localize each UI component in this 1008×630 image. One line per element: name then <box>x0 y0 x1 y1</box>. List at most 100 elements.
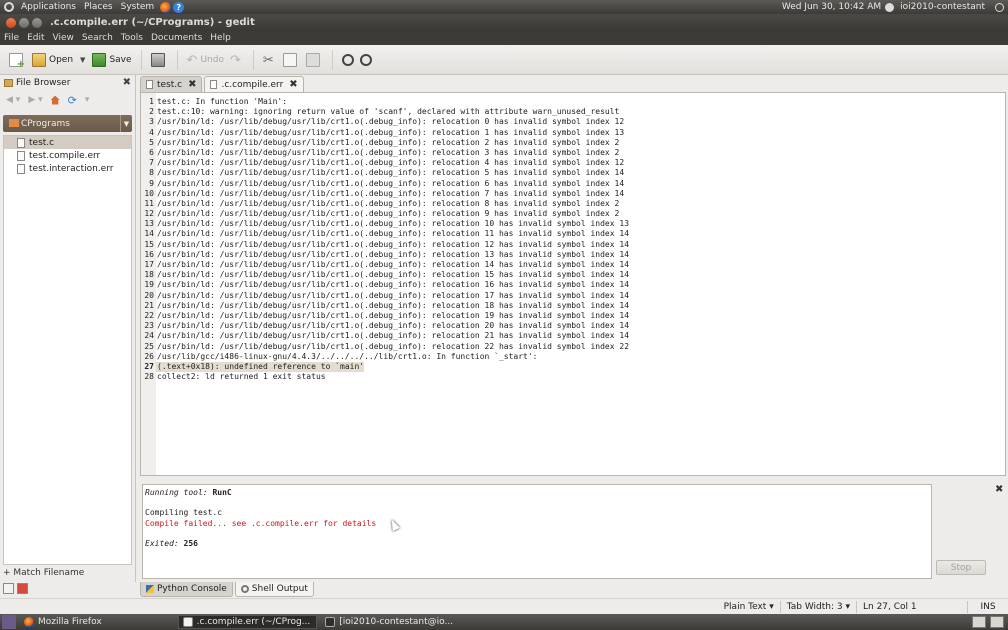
window-close-button[interactable] <box>6 17 16 28</box>
taskbar-terminal[interactable]: [ioi2010-contestant@io... <box>321 615 459 629</box>
code-line[interactable]: 28 collect2: ld returned 1 exit status <box>141 372 1005 382</box>
redo-button[interactable]: ↷ <box>227 48 247 72</box>
code-line[interactable]: 27 (.text+0x18): undefined reference to `… <box>141 361 1005 373</box>
line-number: 6 <box>149 147 154 157</box>
editor-content[interactable]: 1 test.c: In function 'Main': 2 test.c:10: … <box>141 97 1005 382</box>
code-line[interactable]: 10/usr/bin/ld: /usr/lib/debug/usr/lib/cr… <box>141 189 1005 199</box>
tab-test-c[interactable]: test.c ✖ <box>140 76 203 92</box>
code-line[interactable]: 23/usr/bin/ld: /usr/lib/debug/usr/lib/cr… <box>141 321 1005 331</box>
code-line[interactable]: 9/usr/bin/ld: /usr/lib/debug/usr/lib/crt… <box>141 179 1005 189</box>
code-line[interactable]: 12/usr/bin/ld: /usr/lib/debug/usr/lib/cr… <box>141 209 1005 219</box>
applications-menu[interactable]: Applications <box>17 2 80 12</box>
documents-tab-icon[interactable] <box>3 583 14 594</box>
menu-help[interactable]: Help <box>206 33 235 43</box>
power-icon[interactable] <box>995 2 1004 12</box>
code-line[interactable]: 24/usr/bin/ld: /usr/lib/debug/usr/lib/cr… <box>141 331 1005 341</box>
text-file-icon <box>17 163 25 174</box>
help-icon[interactable]: ? <box>173 1 185 13</box>
close-icon[interactable]: ✖ <box>188 79 196 90</box>
menu-tools[interactable]: Tools <box>117 33 147 43</box>
forward-arrow-icon[interactable]: ▶ ▾ <box>28 95 42 105</box>
taskbar-gedit[interactable]: .c.compile.err (~/CProg... <box>177 615 318 629</box>
code-line[interactable]: 21/usr/bin/ld: /usr/lib/debug/usr/lib/cr… <box>141 301 1005 311</box>
language-selector[interactable]: Plain Text <box>718 602 780 612</box>
code-line[interactable]: 22/usr/bin/ld: /usr/lib/debug/usr/lib/cr… <box>141 311 1005 321</box>
file-item[interactable]: test.c <box>4 136 131 149</box>
code-line[interactable]: 15/usr/bin/ld: /usr/lib/debug/usr/lib/cr… <box>141 240 1005 250</box>
code-line[interactable]: 20/usr/bin/ld: /usr/lib/debug/usr/lib/cr… <box>141 291 1005 301</box>
location-combo[interactable]: CPrograms ▼ <box>3 115 132 132</box>
system-menu[interactable]: System <box>117 2 159 12</box>
file-item[interactable]: test.interaction.err <box>4 162 131 175</box>
line-number: 19 <box>144 280 154 290</box>
tab-width-selector[interactable]: Tab Width: 3 <box>781 602 856 612</box>
back-arrow-icon[interactable]: ◀ ▾ <box>6 95 20 105</box>
paste-button[interactable] <box>303 48 326 72</box>
code-line[interactable]: 26/usr/lib/gcc/i486-linux-gnu/4.4.3/../.… <box>141 352 1005 362</box>
clock[interactable]: Wed Jun 30, 10:42 AM <box>778 2 885 12</box>
open-button[interactable]: Open <box>29 48 76 72</box>
line-text: /usr/bin/ld: /usr/lib/debug/usr/lib/crt1… <box>157 137 620 147</box>
window-title-bar[interactable]: .c.compile.err (~/CPrograms) - gedit <box>0 14 1008 31</box>
stop-button[interactable]: Stop <box>936 560 986 575</box>
refresh-icon[interactable]: ⟳ <box>68 94 77 107</box>
code-line[interactable]: 1 test.c: In function 'Main': <box>141 97 1005 107</box>
code-line[interactable]: 13/usr/bin/ld: /usr/lib/debug/usr/lib/cr… <box>141 219 1005 229</box>
text-editor[interactable]: 1 test.c: In function 'Main': 2 test.c:10: … <box>140 92 1006 476</box>
code-line[interactable]: 11/usr/bin/ld: /usr/lib/debug/usr/lib/cr… <box>141 199 1005 209</box>
print-button[interactable] <box>148 48 171 72</box>
menu-documents[interactable]: Documents <box>147 33 206 43</box>
code-line[interactable]: 3/usr/bin/ld: /usr/lib/debug/usr/lib/crt… <box>141 117 1005 127</box>
tab-compile-err[interactable]: .c.compile.err ✖ <box>204 76 304 92</box>
code-line[interactable]: 25/usr/bin/ld: /usr/lib/debug/usr/lib/cr… <box>141 342 1005 352</box>
home-icon[interactable] <box>50 95 60 105</box>
copy-button[interactable] <box>280 48 303 72</box>
user-menu[interactable]: ioi2010-contestant <box>896 2 989 12</box>
match-filename-expander[interactable]: + Match Filename <box>3 568 84 578</box>
code-line[interactable]: 18/usr/bin/ld: /usr/lib/debug/usr/lib/cr… <box>141 270 1005 280</box>
firefox-launcher-icon[interactable] <box>160 1 172 13</box>
menu-view[interactable]: View <box>49 33 78 43</box>
bottom-pane-close-icon[interactable]: ✖ <box>995 484 1003 495</box>
tool-name: RunC <box>212 488 232 497</box>
tab-shell-output[interactable]: Shell Output <box>234 582 314 597</box>
line-number: 4 <box>149 127 154 137</box>
save-button[interactable]: Save <box>89 48 134 72</box>
code-line[interactable]: 4/usr/bin/ld: /usr/lib/debug/usr/lib/crt… <box>141 128 1005 138</box>
menu-file[interactable]: File <box>0 33 23 43</box>
shell-output[interactable]: Running tool: RunC Compiling test.c Comp… <box>142 484 932 579</box>
find-button[interactable] <box>339 48 357 72</box>
code-line[interactable]: 19/usr/bin/ld: /usr/lib/debug/usr/lib/cr… <box>141 280 1005 290</box>
code-line[interactable]: 16/usr/bin/ld: /usr/lib/debug/usr/lib/cr… <box>141 250 1005 260</box>
chevron-down-icon[interactable]: ▼ <box>120 115 132 132</box>
file-item[interactable]: test.compile.err <box>4 149 131 162</box>
side-pane-close-icon[interactable]: ✖ <box>123 77 131 88</box>
window-maximize-button[interactable] <box>32 17 42 28</box>
tray-app-icon[interactable] <box>972 616 986 628</box>
code-line[interactable]: 7/usr/bin/ld: /usr/lib/debug/usr/lib/crt… <box>141 158 1005 168</box>
code-line[interactable]: 8/usr/bin/ld: /usr/lib/debug/usr/lib/crt… <box>141 168 1005 178</box>
cut-button[interactable]: ✂ <box>260 48 280 72</box>
code-line[interactable]: 5/usr/bin/ld: /usr/lib/debug/usr/lib/crt… <box>141 138 1005 148</box>
workspace-switcher-icon[interactable] <box>990 616 1004 628</box>
file-browser-tab-icon[interactable] <box>17 583 28 594</box>
places-menu[interactable]: Places <box>80 2 117 12</box>
undo-button[interactable]: ↶ Undo <box>184 48 227 72</box>
show-desktop-icon[interactable] <box>2 615 16 629</box>
tab-python-console[interactable]: Python Console <box>140 582 233 597</box>
close-icon[interactable]: ✖ <box>289 79 297 90</box>
code-line[interactable]: 6/usr/bin/ld: /usr/lib/debug/usr/lib/crt… <box>141 148 1005 158</box>
filter-dropdown-icon[interactable]: ▾ <box>85 95 90 105</box>
line-text: /usr/bin/ld: /usr/lib/debug/usr/lib/crt1… <box>157 280 630 290</box>
replace-button[interactable] <box>357 48 378 72</box>
menu-search[interactable]: Search <box>78 33 117 43</box>
new-button[interactable] <box>6 48 29 72</box>
code-line[interactable]: 2 test.c:10: warning: ignoring return val… <box>141 107 1005 117</box>
open-dropdown-arrow-icon[interactable]: ▼ <box>80 56 85 64</box>
menu-edit[interactable]: Edit <box>23 33 48 43</box>
code-line[interactable]: 14/usr/bin/ld: /usr/lib/debug/usr/lib/cr… <box>141 229 1005 239</box>
code-line[interactable]: 17/usr/bin/ld: /usr/lib/debug/usr/lib/cr… <box>141 260 1005 270</box>
taskbar-firefox[interactable]: Mozilla Firefox <box>20 615 108 629</box>
window-minimize-button[interactable] <box>19 17 29 28</box>
open-label: Open <box>49 54 74 65</box>
